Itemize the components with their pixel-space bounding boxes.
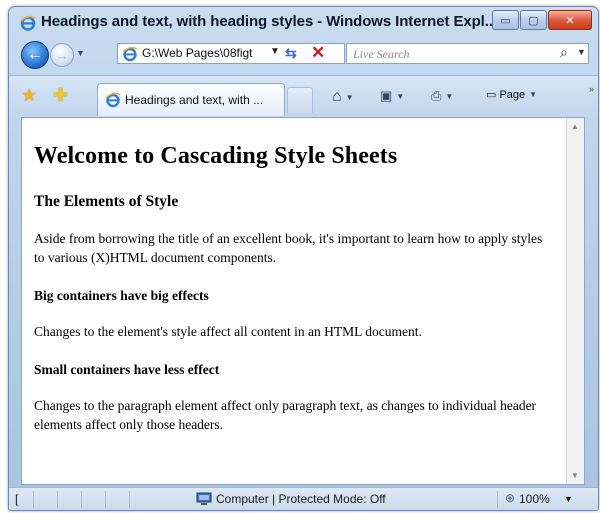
chevron-down-icon: ▼ bbox=[396, 91, 405, 101]
close-icon: ✕ bbox=[565, 14, 575, 27]
feeds-icon: ▣ bbox=[380, 88, 393, 103]
vertical-scrollbar[interactable]: ▲ ▼ bbox=[566, 118, 584, 484]
browser-window: Headings and text, with heading styles -… bbox=[8, 6, 599, 511]
chevron-down-icon: ▼ bbox=[345, 92, 354, 102]
zoom-level[interactable]: 100% bbox=[519, 492, 550, 506]
caption-buttons: ▭ ▢ ✕ bbox=[491, 10, 592, 30]
favorites-star-icon[interactable]: ★ bbox=[21, 85, 37, 106]
ie-logo-icon bbox=[20, 15, 36, 31]
address-dropdown[interactable]: ▼ bbox=[270, 46, 280, 57]
zoom-dropdown[interactable]: ▼ bbox=[564, 494, 573, 504]
maximize-button[interactable]: ▢ bbox=[520, 10, 547, 30]
document-body: Welcome to Cascading Style Sheets The El… bbox=[22, 118, 566, 484]
print-icon: ⎙ bbox=[431, 88, 442, 103]
page-heading: Welcome to Cascading Style Sheets bbox=[34, 143, 398, 169]
title-bar: Headings and text, with heading styles -… bbox=[9, 7, 598, 37]
stop-icon[interactable]: ✕ bbox=[311, 43, 325, 63]
new-tab-button[interactable] bbox=[287, 87, 313, 113]
subheading: The Elements of Style bbox=[34, 193, 179, 210]
forward-button[interactable]: → bbox=[50, 43, 74, 67]
status-divider bbox=[57, 491, 58, 508]
status-divider bbox=[33, 491, 34, 508]
content-area: Welcome to Cascading Style Sheets The El… bbox=[21, 117, 585, 485]
forward-arrow-icon: → bbox=[55, 47, 69, 63]
chevron-down-icon: ▼ bbox=[529, 90, 538, 99]
more-tools-chevron-icon[interactable]: » bbox=[589, 84, 594, 94]
back-button[interactable]: ← bbox=[21, 41, 49, 69]
scroll-up-icon[interactable]: ▲ bbox=[571, 122, 579, 131]
section-heading: Big containers have big effects bbox=[34, 288, 209, 303]
section-paragraph: Changes to the paragraph element affect … bbox=[34, 398, 537, 432]
status-divider bbox=[129, 491, 130, 508]
search-input[interactable] bbox=[351, 45, 545, 64]
tab-bar: ★ ✚ Headings and text, with ... ⌂ ▼ ▣ ▼ ⎙ ▼… bbox=[9, 75, 598, 118]
home-button[interactable]: ⌂ ▼ bbox=[332, 88, 354, 106]
feeds-button[interactable]: ▣ ▼ bbox=[380, 88, 404, 104]
refresh-icon[interactable]: ⇆ bbox=[285, 45, 297, 62]
recent-pages-dropdown[interactable]: ▼ bbox=[76, 48, 85, 58]
address-input[interactable]: G:\Web Pages\08figt bbox=[142, 46, 270, 60]
home-icon: ⌂ bbox=[332, 88, 342, 105]
search-options-dropdown[interactable]: ▼ bbox=[577, 47, 586, 57]
page-menu-label: Page bbox=[499, 88, 526, 101]
tab-label: Headings and text, with ... bbox=[125, 93, 264, 107]
security-zone[interactable]: Computer | Protected Mode: Off bbox=[216, 492, 386, 506]
minimize-button[interactable]: ▭ bbox=[492, 10, 519, 30]
search-box[interactable]: ⌕ ▼ bbox=[346, 43, 589, 64]
page-icon: ▭ bbox=[486, 89, 497, 101]
close-button[interactable]: ✕ bbox=[548, 10, 592, 30]
scroll-down-icon[interactable]: ▼ bbox=[571, 471, 579, 480]
intro-paragraph: Aside from borrowing the title of an exc… bbox=[34, 231, 543, 265]
computer-zone-icon bbox=[196, 492, 212, 505]
page-menu-button[interactable]: ▭ Page ▼ bbox=[486, 88, 538, 102]
back-arrow-icon: ← bbox=[27, 46, 43, 63]
section-paragraph: Changes to the element's style affect al… bbox=[34, 324, 422, 339]
status-divider bbox=[497, 491, 498, 508]
status-divider bbox=[81, 491, 82, 508]
zoom-icon[interactable]: ⊕ bbox=[505, 491, 515, 505]
chevron-down-icon: ▼ bbox=[445, 91, 454, 101]
add-favorites-icon[interactable]: ✚ bbox=[53, 85, 68, 106]
search-icon[interactable]: ⌕ bbox=[560, 44, 568, 61]
window-title: Headings and text, with heading styles -… bbox=[41, 13, 497, 30]
section-heading: Small containers have less effect bbox=[34, 362, 220, 377]
maximize-icon: ▢ bbox=[528, 14, 539, 27]
page-icon bbox=[105, 92, 121, 108]
address-bar[interactable]: G:\Web Pages\08figt ▼ ⇆ ✕ bbox=[117, 43, 345, 64]
page-icon bbox=[122, 46, 138, 62]
status-bar: [ Computer | Protected Mode: Off ⊕ 100% … bbox=[9, 487, 598, 510]
print-button[interactable]: ⎙ ▼ bbox=[431, 88, 453, 104]
navigation-bar: ← → ▼ G:\Web Pages\08figt ▼ ⇆ ✕ ⌕ ▼ bbox=[9, 39, 598, 69]
status-divider bbox=[105, 491, 106, 508]
tab-current[interactable]: Headings and text, with ... bbox=[97, 83, 285, 116]
minimize-icon: ▭ bbox=[500, 14, 511, 27]
status-text: [ bbox=[15, 492, 19, 506]
